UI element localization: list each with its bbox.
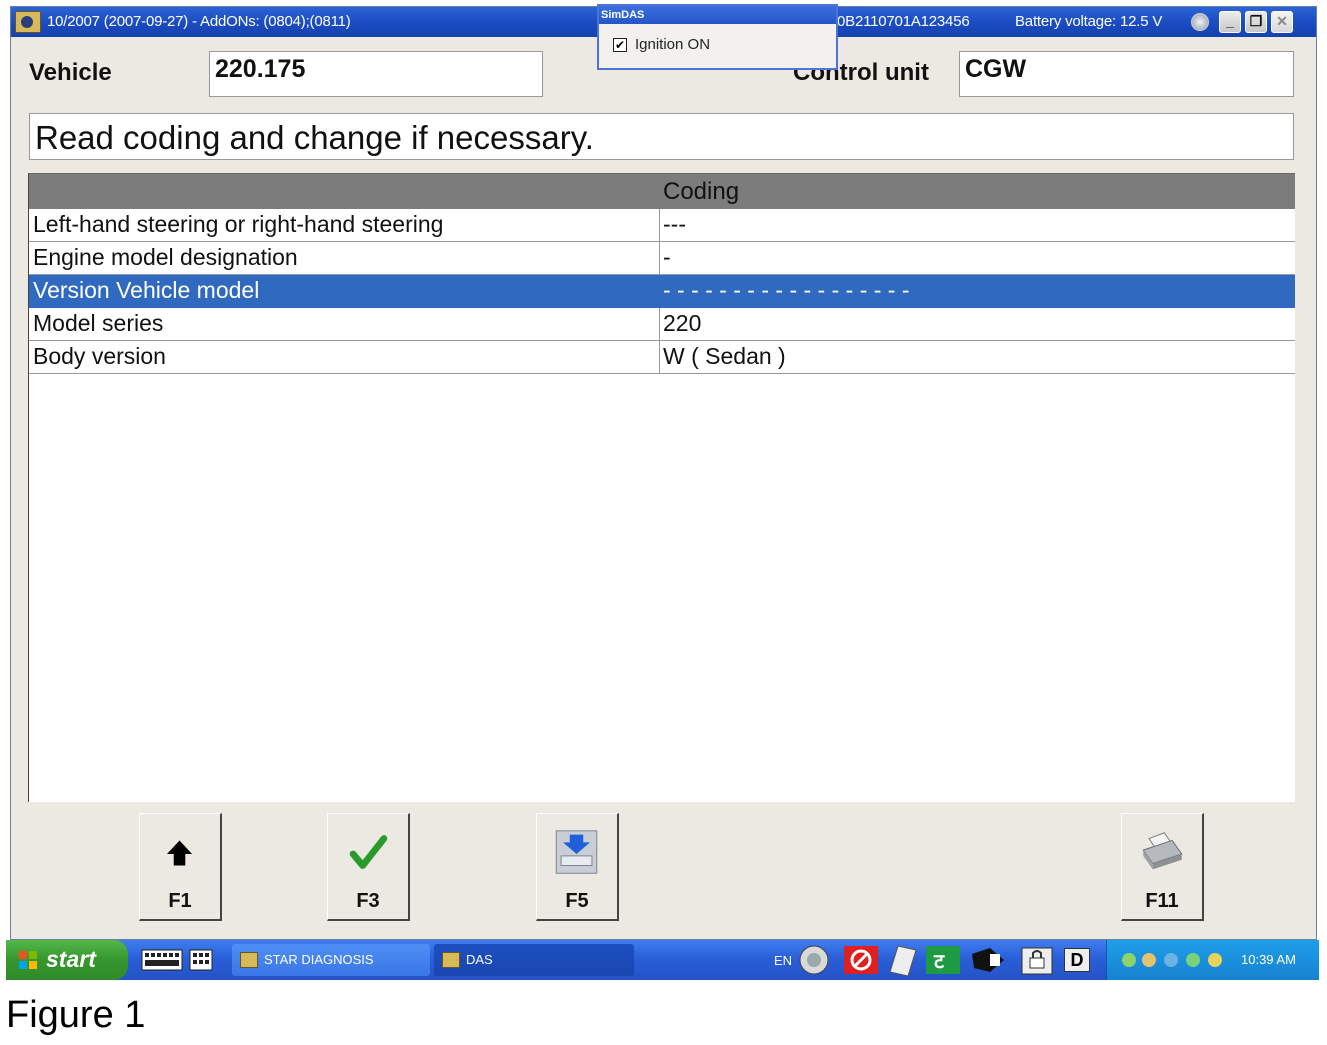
- star-diagnosis-icon: [240, 952, 258, 968]
- up-arrow-icon: [166, 840, 193, 866]
- language-indicator[interactable]: EN: [774, 953, 792, 968]
- f1-label: F1: [168, 890, 192, 912]
- ignition-label: Ignition ON: [635, 36, 711, 53]
- lock-icon: [1021, 947, 1053, 975]
- download-icon: [555, 830, 598, 874]
- tray-status-icons[interactable]: [1119, 950, 1231, 970]
- f5-label: F5: [565, 890, 589, 912]
- coding-column-header: Coding: [663, 178, 740, 205]
- taskbar-item-label: STAR DIAGNOSIS: [264, 952, 374, 967]
- row-value: ---: [663, 211, 686, 237]
- row-label: Left-hand steering or right-hand steerin…: [33, 211, 444, 237]
- simdas-panel: SimDAS ✔ Ignition ON: [597, 4, 838, 70]
- vehicle-label: Vehicle: [29, 59, 112, 86]
- stop-icon: [844, 946, 878, 974]
- column-divider: [659, 341, 660, 373]
- das-window: 10/2007 (2007-09-27) - AddONs: (0804);(0…: [10, 4, 1317, 940]
- gauge-icon: [1191, 13, 1209, 31]
- clock: 10:39 AM: [1241, 952, 1296, 967]
- f11-button[interactable]: F11: [1121, 813, 1204, 921]
- coding-table: Coding Left-hand steering or right-hand …: [28, 173, 1295, 802]
- f3-label: F3: [356, 890, 380, 912]
- f11-label: F11: [1145, 890, 1179, 912]
- table-header: Coding: [29, 174, 1295, 209]
- row-label: Version Vehicle model: [33, 277, 260, 303]
- table-row[interactable]: Engine model designation -: [29, 242, 1295, 275]
- das-app-icon: [15, 11, 41, 33]
- taskbar-item-star-diagnosis[interactable]: STAR DIAGNOSIS: [232, 944, 430, 976]
- row-value: - - - - - - - - - - - - - - - - - -: [663, 277, 910, 303]
- note-icon: [889, 945, 917, 977]
- globe-icon: [799, 945, 829, 975]
- das-icon: [442, 952, 460, 968]
- column-divider: [659, 308, 660, 340]
- control-unit-field: CGW: [959, 51, 1294, 97]
- f5-button[interactable]: F5: [536, 813, 619, 921]
- row-label: Model series: [33, 310, 164, 336]
- f3-button[interactable]: F3: [327, 813, 410, 921]
- tray-icons[interactable]: ट: [794, 942, 1094, 978]
- taskbar-item-label: DAS: [466, 952, 493, 967]
- sync-icon: ट: [926, 946, 960, 974]
- vehicle-field: 220.175: [209, 51, 543, 97]
- taskbar: start STAR DIAGNOSIS DAS EN ट D 10:39 AM: [6, 940, 1319, 980]
- checkmark-icon: [349, 835, 388, 869]
- row-value: W ( Sedan ): [663, 343, 786, 369]
- keyboard-icon[interactable]: [140, 948, 220, 972]
- row-value: 220: [663, 310, 702, 336]
- figure-caption: Figure 1: [6, 994, 146, 1036]
- printer-icon: [1142, 832, 1183, 870]
- windows-logo-icon: [19, 951, 37, 969]
- table-row-selected[interactable]: Version Vehicle model - - - - - - - - - …: [29, 275, 1295, 308]
- tray-letter-d[interactable]: D: [1064, 948, 1090, 972]
- window-title: 10/2007 (2007-09-27) - AddONs: (0804);(0…: [47, 13, 351, 30]
- simdas-title[interactable]: SimDAS: [599, 6, 836, 24]
- column-divider: [659, 209, 660, 241]
- instruction-text: Read coding and change if necessary.: [29, 113, 1294, 160]
- table-row[interactable]: Body version W ( Sedan ): [29, 341, 1295, 374]
- svg-text:ट: ट: [933, 949, 945, 973]
- system-tray: 10:39 AM: [1106, 940, 1319, 980]
- row-label: Body version: [33, 343, 166, 369]
- battery-voltage: Battery voltage: 12.5 V: [1015, 13, 1163, 30]
- row-value: -: [663, 244, 671, 270]
- column-divider: [659, 242, 660, 274]
- start-button[interactable]: start: [6, 940, 128, 980]
- table-row[interactable]: Model series 220: [29, 308, 1295, 341]
- start-label: start: [46, 946, 96, 972]
- restore-button[interactable]: ❐: [1245, 11, 1267, 33]
- connector-icon: [972, 948, 1004, 972]
- table-row[interactable]: Left-hand steering or right-hand steerin…: [29, 209, 1295, 242]
- f1-button[interactable]: F1: [139, 813, 222, 921]
- minimize-button[interactable]: _: [1219, 11, 1241, 33]
- ignition-checkbox[interactable]: ✔: [613, 38, 627, 52]
- close-button[interactable]: ✕: [1271, 11, 1293, 33]
- row-label: Engine model designation: [33, 244, 298, 270]
- column-divider: [659, 275, 660, 307]
- serial-number: 0B2110701A123456: [837, 13, 970, 30]
- taskbar-item-das[interactable]: DAS: [434, 944, 634, 976]
